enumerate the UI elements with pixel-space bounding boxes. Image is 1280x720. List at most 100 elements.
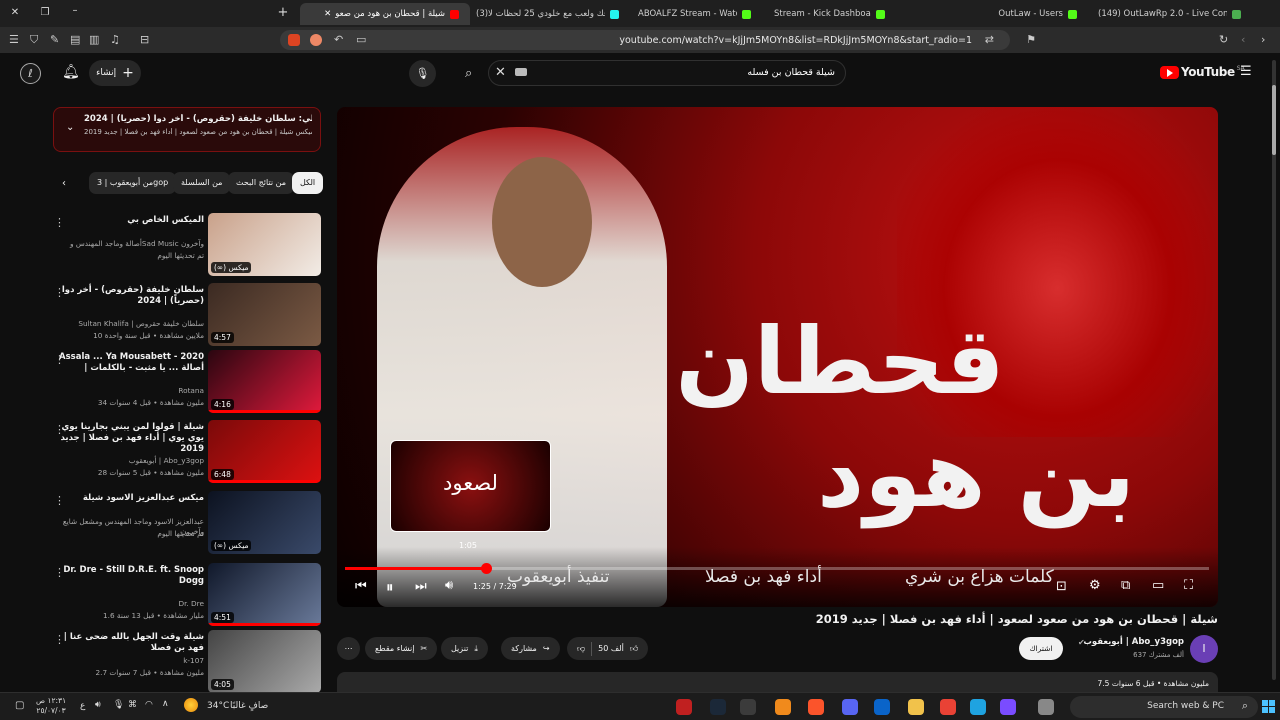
chrome-icon[interactable] [940, 699, 956, 715]
video-thumbnail[interactable]: (∞) ميكس [208, 213, 321, 276]
new-tab-icon[interactable]: + [272, 5, 294, 20]
up-next-panel[interactable]: التالي: سلطان خليفة (حقروص) - أخر دوا (ح… [53, 107, 321, 152]
back-history-icon[interactable]: ↶ [334, 33, 343, 46]
shield-icon[interactable]: ⛉ [30, 33, 38, 47]
chip-all[interactable]: الكل [292, 172, 324, 194]
avatar[interactable]: ℓ [20, 63, 41, 84]
outlook-icon[interactable] [874, 699, 890, 715]
weather-text[interactable]: صافٍ غالبًا [230, 701, 268, 711]
chip-search-results[interactable]: من نتائج البحث [228, 172, 295, 194]
back-icon[interactable]: ‹ [1241, 33, 1245, 46]
dislike-icon[interactable]: 👎︎ [577, 644, 585, 654]
microphone-icon[interactable]: 🎙︎ [113, 700, 124, 710]
discord-icon[interactable] [842, 699, 858, 715]
search-icon[interactable]: ⌕ [465, 66, 472, 81]
tabs-icon[interactable]: ▤ [70, 33, 80, 46]
restore-window-icon[interactable]: ❐ [34, 7, 56, 18]
share-button[interactable]: مشاركة ↪ [501, 637, 560, 660]
miniplayer-icon[interactable]: ⧉ [1121, 578, 1130, 593]
video-player[interactable]: قحطان بن هود لصعود 1:05 كلمات هزاع بن شر… [337, 107, 1218, 607]
description-box[interactable]: 7.5 مليون مشاهدة • قبل 6 سنوات [337, 672, 1218, 694]
more-vertical-icon[interactable]: ⋮ [54, 633, 65, 646]
more-vertical-icon[interactable]: ⋮ [54, 494, 65, 507]
tray-chevron-icon[interactable]: ∧ [162, 699, 169, 709]
video-thumbnail[interactable]: 6:48 [208, 420, 321, 483]
tab-5[interactable]: (149) OutLawRp 2.0 - Live Console [1092, 3, 1252, 25]
channel-name[interactable]: أبويعقوب | Abo_y3gop [1080, 637, 1184, 647]
edge-icon[interactable] [970, 699, 986, 715]
video-thumbnail[interactable]: 4:16 [208, 350, 321, 413]
video-thumbnail[interactable]: 4:57 [208, 283, 321, 346]
previous-icon[interactable]: ⏮︎ [355, 579, 367, 594]
chevron-left-icon[interactable]: ‹ [62, 178, 66, 189]
speaker-icon[interactable]: 🔊︎ [95, 700, 101, 710]
playlist-item[interactable]: 4:57 سلطان خليفة (حقروص) - أخر دوا (حصريا… [52, 283, 322, 351]
extension-badge-icon[interactable] [288, 34, 300, 46]
voice-search-button[interactable]: 🎙︎ [409, 60, 436, 87]
minimize-window-icon[interactable]: – [64, 5, 86, 16]
theater-mode-icon[interactable]: ▭ [1152, 578, 1164, 593]
video-thumbnail[interactable]: (∞) ميكس [208, 491, 321, 554]
notifications-icon[interactable]: 🔔︎ [62, 64, 80, 80]
clip-button[interactable]: إنشاء مقطع ✂ [365, 637, 438, 660]
like-icon[interactable]: 👍︎ [630, 644, 638, 654]
start-icon[interactable] [1262, 700, 1275, 713]
clock[interactable]: ١٢:٣١ ص ٢٥/٠٧/٠٣ [36, 696, 66, 716]
youtube-logo[interactable]: YouTube SA [1160, 65, 1245, 79]
progress-track[interactable] [345, 563, 1209, 574]
keyboard-icon[interactable] [515, 68, 527, 76]
fullscreen-icon[interactable]: ⛶ [1184, 578, 1193, 593]
more-actions-button[interactable]: ⋯ [337, 637, 360, 660]
guide-menu-icon[interactable]: ☰ [1240, 64, 1252, 79]
extensions-icon[interactable]: ✎ [50, 33, 59, 46]
download-button[interactable]: تنزيل ⤓ [441, 637, 488, 660]
pause-icon[interactable]: ⏸︎ [386, 578, 394, 596]
playlist-item[interactable]: 6:48 شيلة | قولوا لمن يبني بجارينا يوي يو… [52, 420, 322, 488]
address-bar[interactable]: youtube.com/watch?v=kJjJm5MOYn8&list=RDk… [280, 30, 1036, 50]
weather-temp[interactable]: 34°C [207, 701, 229, 711]
like-count[interactable]: 50 ألف [598, 644, 624, 653]
task-view-icon[interactable] [1038, 699, 1054, 715]
more-vertical-icon[interactable]: ⋮ [54, 353, 65, 366]
extension2-badge-icon[interactable] [310, 34, 322, 46]
playlist-item[interactable]: (∞) ميكس الميكس الخاص بي أصالة وماجد المهن… [52, 213, 322, 281]
input-language[interactable]: ع [80, 701, 85, 711]
more-vertical-icon[interactable]: ⋮ [54, 566, 65, 579]
clear-search-icon[interactable]: ✕ [495, 65, 506, 80]
tab-0[interactable]: ✕ شيلة | قحطان بن هود من صعو [300, 3, 470, 25]
scrollbar-thumb[interactable] [1272, 85, 1276, 155]
playlist-item[interactable]: 4:05 شيلة وقت الجهل بالله ضحى عنا | فهد ب… [52, 630, 322, 698]
bookmark-icon[interactable]: ⚑ [1026, 33, 1036, 46]
playlist-item[interactable]: (∞) ميكس ميكس عبدالعزيز الاسود شيلة عبدالع… [52, 491, 322, 559]
app-icon[interactable] [676, 699, 692, 715]
next-icon[interactable]: ⏭︎ [415, 579, 427, 594]
channel-avatar[interactable]: I [1190, 635, 1218, 663]
chevron-down-icon[interactable]: ⌄ [66, 122, 74, 133]
search-input[interactable]: شيلة قحطان بن فسله ⌕ ✕ [465, 60, 846, 86]
sidebar-icon[interactable]: ▥ [89, 33, 99, 46]
chip-series[interactable]: من السلسلة [173, 172, 231, 194]
wifi-icon[interactable]: ◠ [145, 700, 153, 710]
network-icon[interactable]: ⌘ [128, 700, 137, 710]
music-icon[interactable]: ♫ [110, 33, 120, 46]
create-button[interactable]: إنشاء + [89, 60, 141, 86]
playlist-item[interactable]: 4:51 Dr. Dre - Still D.R.E. ft. Snoop Dog… [52, 563, 322, 631]
subtitles-icon[interactable]: ⊡ [1056, 579, 1067, 594]
playlist-item[interactable]: 4:16 Assala ... Ya Mousabett - 2020 | أصا… [52, 350, 322, 418]
connection-icon[interactable]: ⇄ [985, 33, 994, 46]
video-thumbnail[interactable]: 4:05 [208, 630, 321, 693]
subscribe-button[interactable]: اشتراك [1019, 637, 1063, 660]
screenshot-icon[interactable]: ⊟ [140, 33, 149, 46]
more-vertical-icon[interactable]: ⋮ [54, 216, 65, 229]
tab-4[interactable]: OutLaw - Users [928, 3, 1088, 25]
vlc-icon[interactable] [775, 699, 791, 715]
copilot-icon[interactable] [1000, 699, 1016, 715]
close-tab-icon[interactable]: ✕ [324, 9, 331, 19]
settings-icon[interactable]: ⚙︎ [1089, 578, 1101, 593]
explorer-icon[interactable] [908, 699, 924, 715]
more-vertical-icon[interactable]: ⋮ [54, 423, 65, 436]
tab-1[interactable]: (3)ضحك ولعب مع خلودي 25 لحظات لا [470, 3, 630, 25]
cast-icon[interactable]: ▭ [356, 33, 366, 46]
tab-3[interactable]: Stream - Kick Dashboard [768, 3, 896, 25]
menu-icon[interactable]: ☰ [9, 33, 19, 46]
